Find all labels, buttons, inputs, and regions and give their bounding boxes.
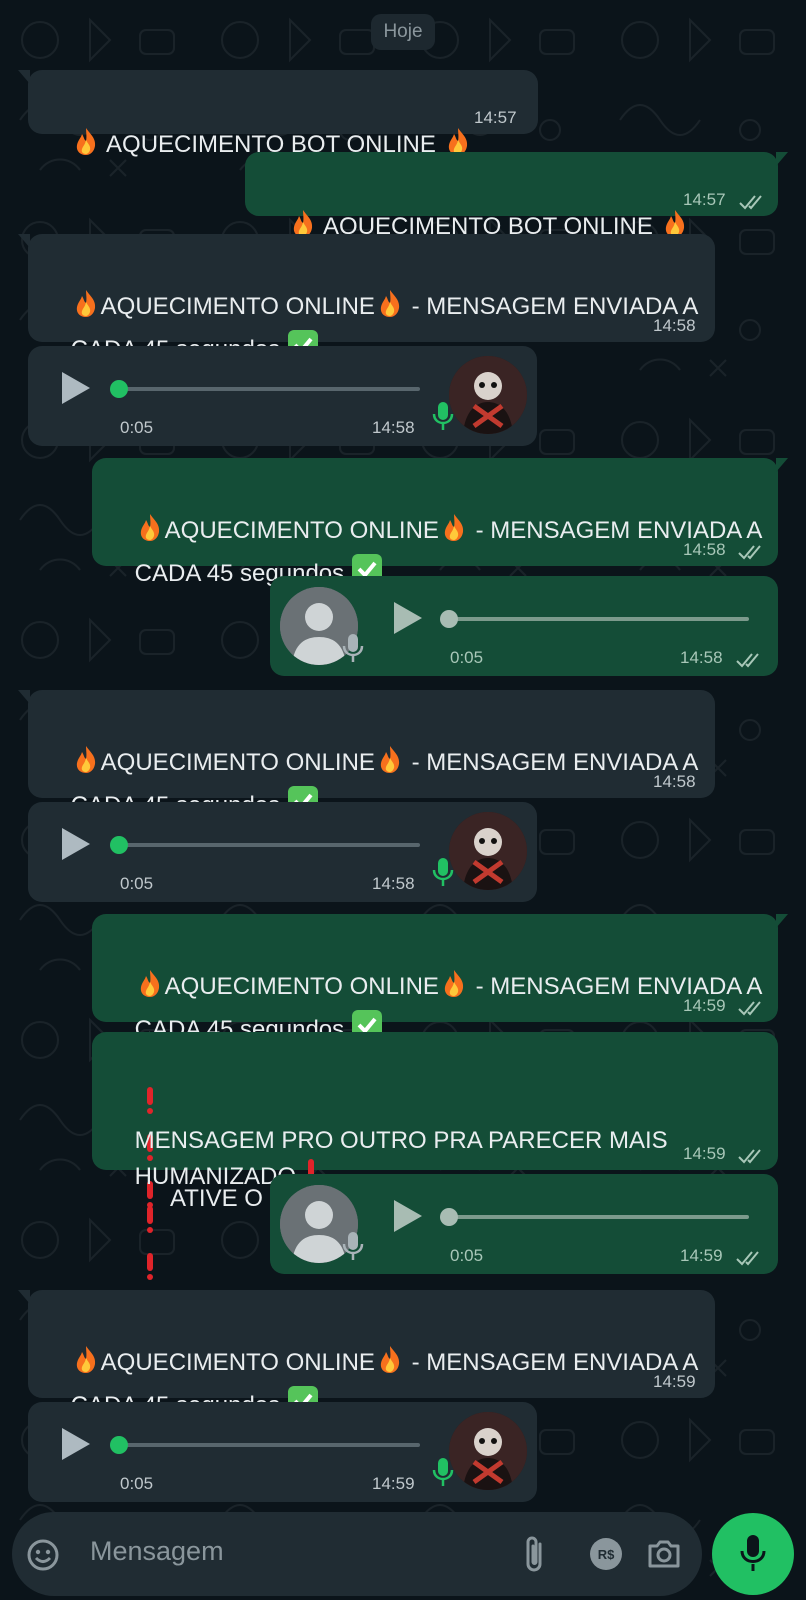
payment-icon[interactable]: R$	[590, 1538, 622, 1570]
camera-icon[interactable]	[646, 1538, 682, 1570]
message-time: 14:58	[653, 772, 696, 791]
message-time: 14:58	[683, 540, 726, 559]
message-bubble-outgoing[interactable]: ATIVE O BOT EM 2 NUMEROS UM MANDANDO MEN…	[92, 1032, 778, 1280]
date-chip: Hoje	[371, 14, 435, 50]
message-time: 14:59	[372, 1474, 415, 1493]
message-bubble-incoming[interactable]: AQUECIMENTO ONLINE - MENSAGEM ENVIADA A …	[18, 690, 715, 819]
audio-progress-knob[interactable]	[440, 610, 458, 628]
fire-emoji-icon	[439, 968, 469, 1012]
mic-icon	[740, 1535, 766, 1571]
mic-badge-icon	[432, 402, 454, 430]
contact-avatar[interactable]	[449, 356, 527, 434]
play-icon[interactable]	[60, 826, 92, 862]
audio-progress-knob[interactable]	[110, 1436, 128, 1454]
double-check-icon	[736, 1251, 759, 1266]
message-bubble-incoming[interactable]: AQUECIMENTO BOT ONLINE 14:57	[18, 70, 538, 158]
fire-emoji-icon	[375, 1344, 405, 1388]
audio-progress-knob[interactable]	[440, 1208, 458, 1226]
message-time: 14:57	[474, 108, 517, 127]
message-time: 14:58	[680, 648, 723, 667]
double-check-icon	[738, 1149, 761, 1164]
message-time: 14:59	[683, 1144, 726, 1163]
audio-message-incoming[interactable]: 0:05 14:58	[28, 802, 537, 902]
audio-duration: 0:05	[120, 874, 154, 893]
fire-emoji-icon	[71, 126, 101, 170]
audio-progress-knob[interactable]	[110, 836, 128, 854]
message-time: 14:58	[653, 316, 696, 335]
mic-badge-icon	[342, 1232, 364, 1260]
audio-message-incoming[interactable]: 0:05 14:59	[28, 1402, 537, 1502]
audio-progress-track[interactable]	[120, 1443, 420, 1447]
message-time: 14:59	[680, 1246, 723, 1265]
play-icon[interactable]	[60, 1426, 92, 1462]
audio-progress-knob[interactable]	[110, 380, 128, 398]
play-icon[interactable]	[60, 370, 92, 406]
fire-emoji-icon	[375, 744, 405, 788]
audio-duration: 0:05	[450, 648, 484, 667]
double-check-icon	[739, 195, 762, 210]
audio-progress-track[interactable]	[442, 1215, 749, 1219]
contact-avatar[interactable]	[449, 1412, 527, 1490]
message-time: 14:58	[372, 874, 415, 893]
message-input[interactable]: Mensagem	[90, 1536, 224, 1567]
message-time: 14:59	[683, 996, 726, 1015]
mic-badge-icon	[432, 1458, 454, 1486]
double-check-icon	[738, 1001, 761, 1016]
play-icon[interactable]	[392, 1198, 424, 1234]
fire-emoji-icon	[439, 512, 469, 556]
audio-duration: 0:05	[450, 1246, 484, 1265]
mic-badge-icon	[342, 634, 364, 662]
audio-duration: 0:05	[120, 418, 154, 437]
double-check-icon	[736, 653, 759, 668]
message-bubble-outgoing[interactable]: AQUECIMENTO BOT ONLINE 14:57	[245, 152, 788, 240]
audio-message-incoming[interactable]: 0:05 14:58	[28, 346, 537, 446]
audio-message-outgoing[interactable]: 0:05 14:58	[270, 576, 778, 676]
exclamation-emoji-icon	[135, 1203, 165, 1249]
message-bubble-incoming[interactable]: AQUECIMENTO ONLINE - MENSAGEM ENVIADA A …	[18, 1290, 715, 1419]
mic-badge-icon	[432, 858, 454, 886]
contact-avatar[interactable]	[449, 812, 527, 890]
fire-emoji-icon	[375, 288, 405, 332]
audio-message-outgoing[interactable]: 0:05 14:59	[270, 1174, 778, 1274]
play-icon[interactable]	[392, 600, 424, 636]
audio-progress-track[interactable]	[120, 387, 420, 391]
message-time: 14:58	[372, 418, 415, 437]
emoji-icon[interactable]	[26, 1538, 60, 1572]
message-input-bar[interactable]: Mensagem R$	[12, 1512, 702, 1596]
attach-icon[interactable]	[522, 1534, 546, 1574]
message-bubble-outgoing[interactable]: AQUECIMENTO ONLINE - MENSAGEM ENVIADA A …	[92, 458, 788, 587]
message-bubble-outgoing[interactable]: AQUECIMENTO ONLINE - MENSAGEM ENVIADA A …	[92, 914, 788, 1043]
double-check-icon	[738, 545, 761, 560]
message-time: 14:57	[683, 190, 726, 209]
audio-progress-track[interactable]	[120, 843, 420, 847]
audio-progress-track[interactable]	[442, 617, 749, 621]
audio-duration: 0:05	[120, 1474, 154, 1493]
message-time: 14:59	[653, 1372, 696, 1391]
message-bubble-incoming[interactable]: AQUECIMENTO ONLINE - MENSAGEM ENVIADA A …	[18, 234, 715, 363]
voice-record-button[interactable]	[712, 1513, 794, 1595]
